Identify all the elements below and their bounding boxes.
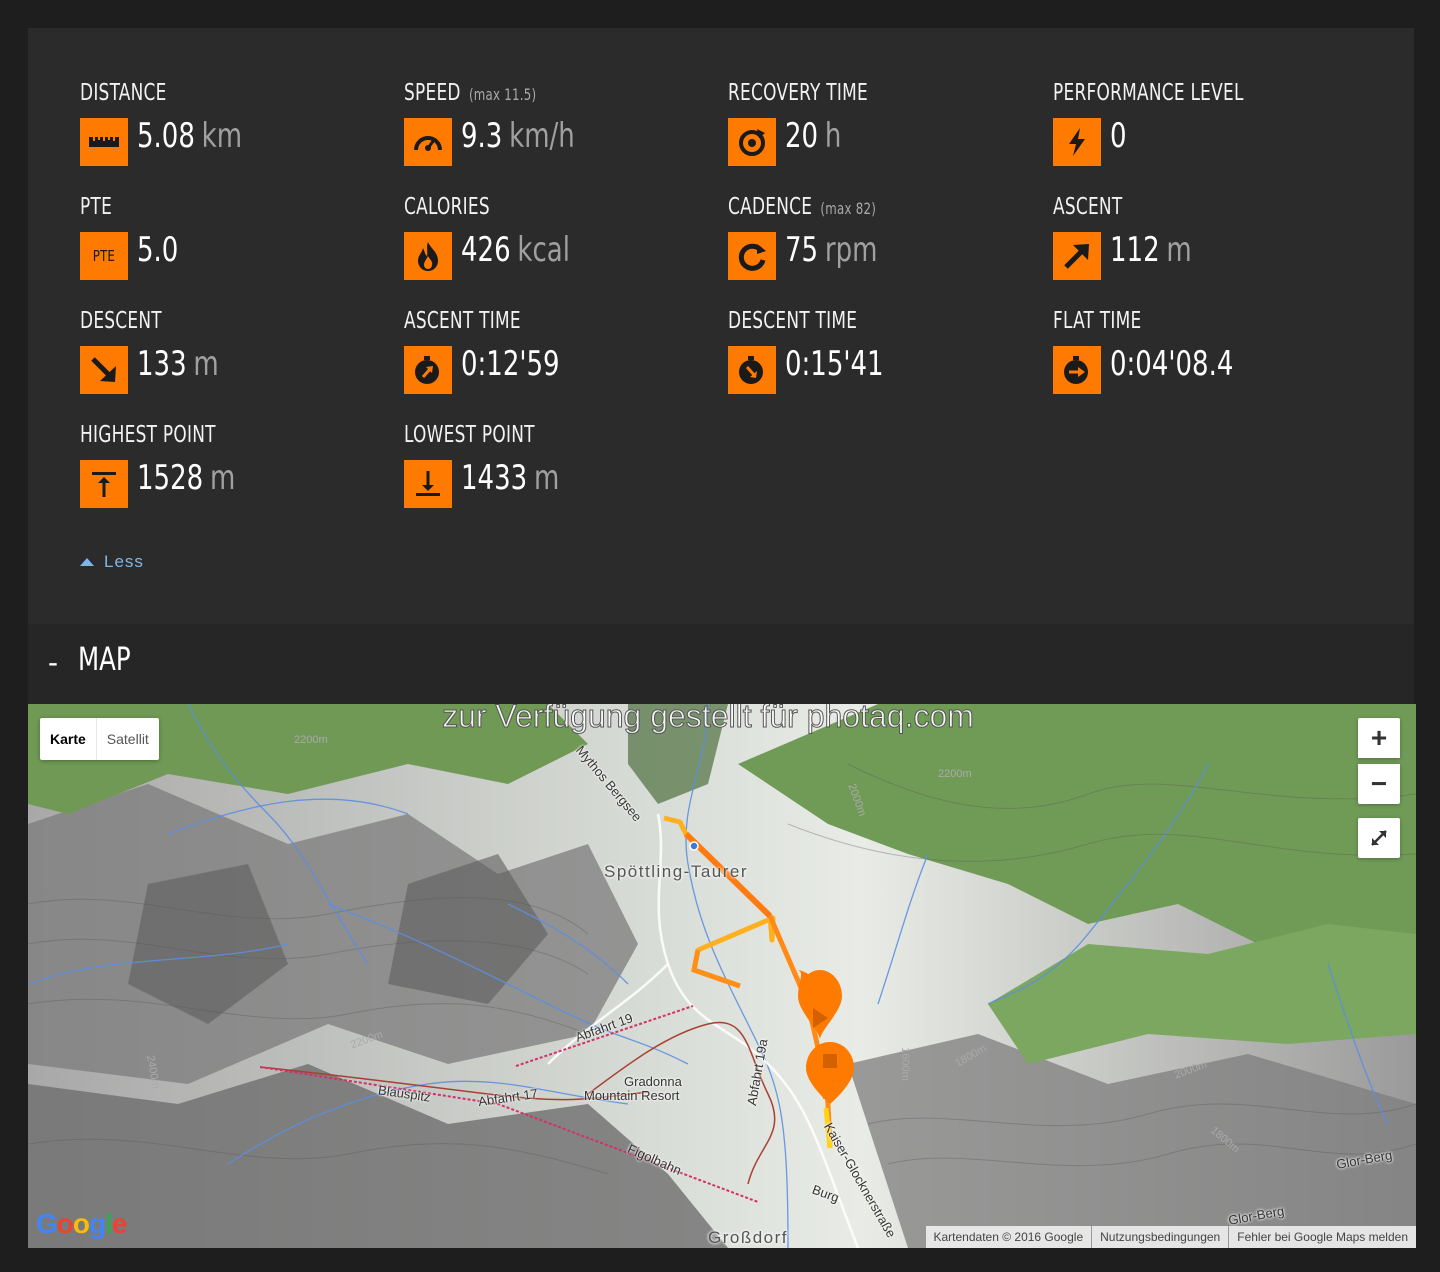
stat-unit: rpm: [824, 230, 878, 270]
stat-performance-level: PERFORMANCE LEVEL 0: [1053, 80, 1353, 180]
recovery-icon: [728, 118, 776, 166]
position-dot: [689, 841, 699, 851]
finish-marker[interactable]: [806, 1042, 854, 1104]
stat-label: DESCENT TIME: [728, 308, 858, 334]
chevron-up-icon: [80, 558, 94, 566]
stat-value: 0: [1110, 116, 1127, 156]
stat-label: FLAT TIME: [1053, 308, 1142, 334]
stat-lowest-point: LOWEST POINT 1433 m: [404, 422, 704, 522]
stat-value: 5.08 km: [137, 116, 243, 156]
stat-unit: m: [209, 458, 236, 498]
stat-unit: km: [201, 116, 243, 156]
stat-value: 75 rpm: [785, 230, 878, 270]
stat-label: ASCENT TIME: [404, 308, 521, 334]
flame-icon: [404, 232, 452, 280]
stat-descent: DESCENT 133 m: [80, 308, 380, 408]
map-type-karte-button[interactable]: Karte: [40, 718, 96, 760]
stat-label: DESCENT: [80, 308, 162, 334]
stat-label: SPEED (max 11.5): [404, 80, 537, 106]
less-toggle[interactable]: Less: [80, 552, 144, 572]
stat-label: HIGHEST POINT: [80, 422, 216, 448]
stat-calories: CALORIES 426 kcal: [404, 194, 704, 294]
stat-cadence: CADENCE (max 82) 75 rpm: [728, 194, 1028, 294]
arrow-down-right-icon: [80, 346, 128, 394]
report-error-link[interactable]: Fehler bei Google Maps melden: [1228, 1226, 1416, 1248]
stat-unit: kcal: [517, 230, 570, 270]
pte-icon: PTE: [80, 232, 128, 280]
stat-label: LOWEST POINT: [404, 422, 535, 448]
stat-unit: h: [824, 116, 842, 156]
stat-unit: m: [533, 458, 560, 498]
stat-value: 0:12'59: [461, 344, 560, 384]
map-label-poi: Mountain Resort: [584, 1088, 680, 1103]
map-section-header[interactable]: - MAP: [28, 624, 1414, 704]
stat-value: 1528 m: [137, 458, 236, 498]
map-label-poi: Gradonna: [624, 1074, 682, 1089]
lowest-point-icon: [404, 460, 452, 508]
zoom-out-button[interactable]: −: [1358, 764, 1400, 804]
collapse-icon: -: [48, 646, 58, 679]
stat-label: RECOVERY TIME: [728, 80, 868, 106]
terms-link[interactable]: Nutzungsbedingungen: [1091, 1226, 1228, 1248]
less-label: Less: [104, 552, 144, 571]
start-marker[interactable]: [796, 970, 842, 1040]
stat-value: 133 m: [137, 344, 219, 384]
stat-recovery-time: RECOVERY TIME 20 h: [728, 80, 1028, 180]
map-section-title: MAP: [78, 640, 131, 678]
stats-panel: DISTANCE 5.08 km SPEED (max 11.5) 9.3 km/h …: [28, 28, 1414, 624]
arrow-up-right-icon: [1053, 232, 1101, 280]
highest-point-icon: [80, 460, 128, 508]
stat-value: 0:15'41: [785, 344, 884, 384]
map-label-place: Großdorf: [708, 1228, 789, 1247]
stat-max: (max 82): [820, 199, 877, 218]
stat-value: 9.3 km/h: [461, 116, 575, 156]
flat-timer-icon: [1053, 346, 1101, 394]
stat-label: DISTANCE: [80, 80, 167, 106]
stat-max: (max 11.5): [468, 85, 537, 104]
map-label-place: Spöttling-Taurer: [604, 862, 749, 881]
stat-ascent-time: ASCENT TIME 0:12'59: [404, 308, 704, 408]
ruler-icon: [80, 118, 128, 166]
attribution-data: Kartendaten © 2016 Google: [933, 1230, 1084, 1244]
stat-speed: SPEED (max 11.5) 9.3 km/h: [404, 80, 704, 180]
stat-value: 5.0: [137, 230, 179, 270]
ascent-timer-icon: [404, 346, 452, 394]
map-attribution: Kartendaten © 2016 Google Nutzungsbeding…: [925, 1226, 1416, 1248]
stat-descent-time: DESCENT TIME 0:15'41: [728, 308, 1028, 408]
contour-label: 2200m: [938, 768, 972, 780]
expand-icon: [1371, 830, 1387, 846]
stat-label: PERFORMANCE LEVEL: [1053, 80, 1244, 106]
stat-highest-point: HIGHEST POINT 1528 m: [80, 422, 380, 522]
map-type-satellite-button[interactable]: Satellit: [95, 718, 159, 760]
activity-route: [663, 815, 854, 1149]
stat-unit: m: [193, 344, 219, 384]
stat-value: 426 kcal: [461, 230, 570, 270]
stat-label: CALORIES: [404, 194, 490, 220]
stat-label: PTE: [80, 194, 113, 220]
descent-timer-icon: [728, 346, 776, 394]
stat-pte: PTE PTE 5.0: [80, 194, 380, 294]
map-type-control: Karte Satellit: [40, 718, 159, 760]
cadence-icon: [728, 232, 776, 280]
stat-flat-time: FLAT TIME 0:04'08.4: [1053, 308, 1353, 408]
stat-value: 1433 m: [461, 458, 560, 498]
map-view[interactable]: Spöttling-Taurer Großdorf Gradonna Mount…: [28, 704, 1416, 1248]
stat-label: CADENCE (max 82): [728, 194, 877, 220]
stat-distance: DISTANCE 5.08 km: [80, 80, 380, 180]
watermark: zur Verfügung gestellt für photaq.com: [442, 704, 975, 735]
contour-label: 2200m: [294, 734, 328, 746]
fullscreen-button[interactable]: [1358, 818, 1400, 858]
zoom-in-button[interactable]: +: [1358, 718, 1400, 758]
stat-unit: m: [1166, 230, 1192, 270]
stat-unit: km/h: [509, 116, 575, 156]
speedometer-icon: [404, 118, 452, 166]
stat-value: 112 m: [1110, 230, 1192, 270]
stat-value: 20 h: [785, 116, 842, 156]
stat-label: ASCENT: [1053, 194, 1123, 220]
google-logo: Google: [36, 1208, 127, 1239]
stat-value: 0:04'08.4: [1110, 344, 1234, 384]
stat-ascent: ASCENT 112 m: [1053, 194, 1353, 294]
contour-label: 1600m: [898, 1047, 911, 1081]
lightning-icon: [1053, 118, 1101, 166]
